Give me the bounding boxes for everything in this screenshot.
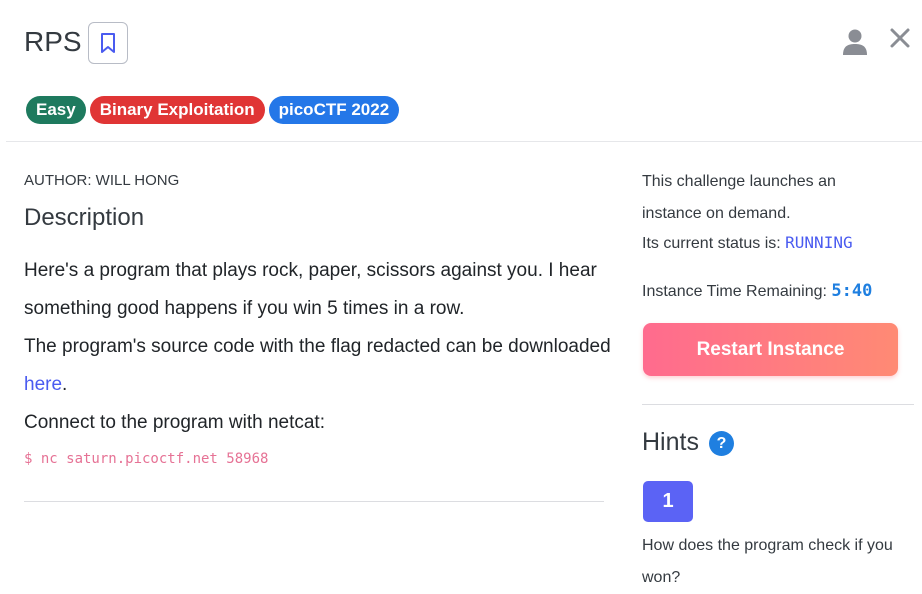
restart-instance-button[interactable]: Restart Instance [643,323,898,376]
content-divider [24,501,604,502]
tag-list: Easy Binary Exploitation picoCTF 2022 [26,96,400,124]
author-label: AUTHOR: WILL HONG [24,172,180,189]
event-tag[interactable]: picoCTF 2022 [268,96,400,124]
time-label: Instance Time Remaining: [642,283,832,300]
status-value: RUNNING [785,233,853,252]
close-icon[interactable] [888,26,912,50]
difficulty-tag[interactable]: Easy [26,96,86,124]
hint-button-1[interactable]: 1 [643,481,693,522]
description-text: . [62,374,68,395]
instance-status: Its current status is: RUNNING [642,233,853,253]
bookmark-icon [101,33,115,53]
user-icon[interactable] [842,28,868,56]
help-icon[interactable]: ? [709,431,734,456]
description-heading: Description [24,204,145,231]
description-body: Here's a program that plays rock, paper,… [24,252,614,442]
instance-timer: Instance Time Remaining: 5:40 [642,281,872,301]
netcat-command: $ nc saturn.picoctf.net 58968 [24,451,269,467]
page-title: RPS [24,26,82,57]
sidebar-divider [642,404,914,405]
download-link[interactable]: here [24,374,62,395]
description-paragraph: The program's source code with the flag … [24,328,614,404]
description-text: The program's source code with the flag … [24,336,611,357]
category-tag[interactable]: Binary Exploitation [89,96,265,124]
bookmark-button[interactable] [88,22,128,64]
time-value: 5:40 [831,281,873,301]
hint-text: How does the program check if you won? [642,537,893,586]
header-divider [6,141,922,142]
description-paragraph: Connect to the program with netcat: [24,412,325,433]
hints-heading: Hints [642,428,699,456]
instance-info: This challenge launches an instance on d… [642,173,836,222]
description-paragraph: Here's a program that plays rock, paper,… [24,260,597,319]
status-label: Its current status is: [642,235,786,252]
